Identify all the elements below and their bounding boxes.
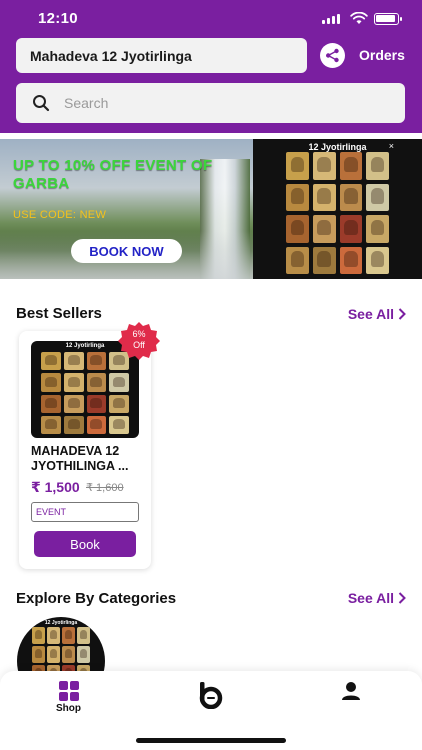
tab-shop[interactable]: Shop — [56, 681, 81, 714]
chevron-right-icon — [398, 592, 406, 604]
product-mrp: ₹ 1,600 — [86, 482, 124, 494]
best-sellers-title: Best Sellers — [16, 305, 102, 322]
profile-icon — [342, 682, 360, 700]
book-now-button[interactable]: BOOK NOW — [71, 239, 182, 263]
home-indicator[interactable] — [136, 738, 286, 743]
discount-suffix: Off — [133, 340, 145, 350]
tab-shop-label: Shop — [56, 703, 81, 714]
categories-see-all[interactable]: See All — [348, 590, 406, 606]
product-card[interactable]: 12 Jyotirlinga MAHADEVA 12 JYOTHILINGA .… — [19, 331, 151, 569]
search-icon — [33, 95, 50, 112]
discount-badge: 6% Off — [118, 329, 160, 351]
search-bar[interactable] — [16, 83, 405, 123]
search-input[interactable] — [64, 89, 384, 117]
tab-profile[interactable] — [341, 681, 361, 701]
promo-banner-scenery: UP TO 10% OFF EVENT OF GARBA USE CODE: N… — [0, 139, 253, 279]
categories-title: Explore By Categories — [16, 590, 177, 607]
app-header: 12:10 Mahadeva 12 Jyotirlinga Orders — [0, 0, 422, 133]
tab-brand[interactable] — [197, 681, 223, 709]
poster-grid — [286, 152, 389, 274]
battery-icon — [374, 13, 402, 25]
share-icon[interactable] — [320, 43, 345, 68]
see-all-label: See All — [347, 590, 394, 606]
store-title[interactable]: Mahadeva 12 Jyotirlinga — [16, 38, 307, 73]
category-image-title: 12 Jyotirlinga — [44, 620, 78, 626]
promo-headline: UP TO 10% OFF EVENT OF GARBA — [13, 157, 213, 192]
status-time: 12:10 — [38, 10, 78, 27]
close-icon[interactable]: × — [389, 141, 394, 151]
promo-banner[interactable]: UP TO 10% OFF EVENT OF GARBA USE CODE: N… — [0, 139, 422, 279]
wifi-icon — [350, 12, 368, 24]
product-tag: EVENT — [31, 502, 139, 522]
promo-code-text: USE CODE: NEW — [13, 209, 107, 221]
product-name: MAHADEVA 12 JYOTHILINGA ... — [31, 444, 129, 473]
jyotirlinga-poster: 12 Jyotirlinga × — [253, 139, 422, 279]
grid-icon — [58, 681, 79, 701]
brand-logo-icon — [199, 682, 223, 709]
best-sellers-see-all[interactable]: See All — [348, 306, 406, 322]
chevron-right-icon — [398, 308, 406, 320]
see-all-label: See All — [347, 306, 394, 322]
product-price: ₹ 1,500 — [31, 479, 80, 495]
poster-title: 12 Jyotirlinga — [308, 142, 367, 152]
cellular-signal-icon — [322, 14, 340, 24]
discount-value: 6% — [132, 329, 146, 339]
status-bar: 12:10 — [0, 0, 422, 36]
book-button[interactable]: Book — [34, 531, 136, 557]
orders-link[interactable]: Orders — [359, 47, 405, 63]
